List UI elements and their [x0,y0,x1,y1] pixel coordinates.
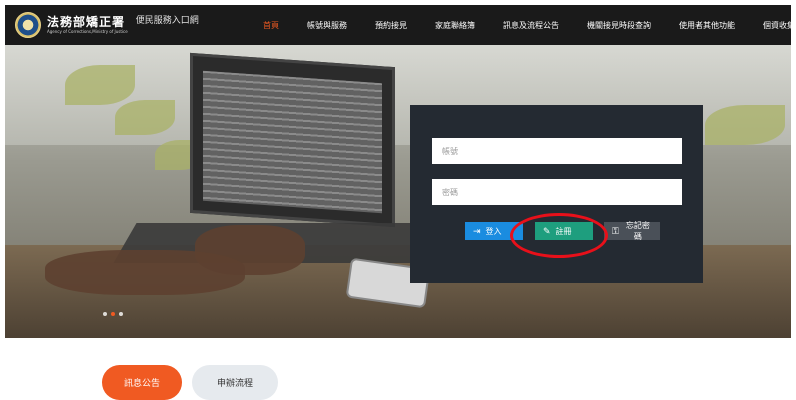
nav-item-family-contact[interactable]: 家庭聯絡簿 [435,20,475,31]
tab-procedures[interactable]: 申辦流程 [192,365,278,400]
signin-icon: ⇥ [473,225,481,236]
hero-plant [115,100,175,135]
highlight-annotation-circle [510,213,608,258]
nav-item-visit-booking[interactable]: 預約接見 [375,20,407,31]
carousel-dots [103,312,123,316]
logo-text: 法務部矯正署 Agency of Corrections,Ministry of… [47,15,128,35]
nav-item-home[interactable]: 首頁 [263,20,279,31]
forgot-password-button[interactable]: ⚿ 忘記密碼 [604,221,660,241]
top-nav-bar: 法務部矯正署 Agency of Corrections,Ministry of… [5,5,796,45]
nav-item-visit-times[interactable]: 機關接見時段查詢 [587,20,651,31]
agency-seal-icon [15,12,41,38]
hero-plant [65,65,135,105]
agency-logo[interactable]: 法務部矯正署 Agency of Corrections,Ministry of… [15,12,199,38]
nav-item-privacy-statement[interactable]: 個資收集聲明 [763,20,796,31]
nav-item-user-functions[interactable]: 使用者其他功能 [679,20,735,31]
portal-title: 便民服務入口網 [135,15,199,26]
tab-announcements[interactable]: 訊息公告 [102,365,182,400]
logo-name-zh: 法務部矯正署 [47,15,126,29]
logo-name-en: Agency of Corrections,Ministry of Justic… [47,29,128,34]
page: 法務部矯正署 Agency of Corrections,Ministry of… [0,0,796,400]
carousel-dot-active[interactable] [111,312,115,316]
key-icon: ⚿ [612,225,619,236]
main-nav: 首頁 帳號與服務 預約接見 家庭聯絡簿 訊息及流程公告 機關接見時段查詢 使用者… [263,5,796,45]
carousel-dot[interactable] [103,312,107,316]
hero-hand [45,250,245,295]
password-input[interactable] [432,179,682,205]
forgot-password-label: 忘記密碼 [625,221,650,241]
content-tabs: 訊息公告 申辦流程 [102,365,278,400]
hero-plant [705,105,785,145]
nav-item-account-services[interactable]: 帳號與服務 [307,20,347,31]
login-button-label: 登入 [485,226,502,236]
carousel-dot[interactable] [119,312,123,316]
account-input[interactable] [432,138,682,164]
hero-laptop-screen [190,52,395,228]
nav-item-announcements[interactable]: 訊息及流程公告 [503,20,559,31]
